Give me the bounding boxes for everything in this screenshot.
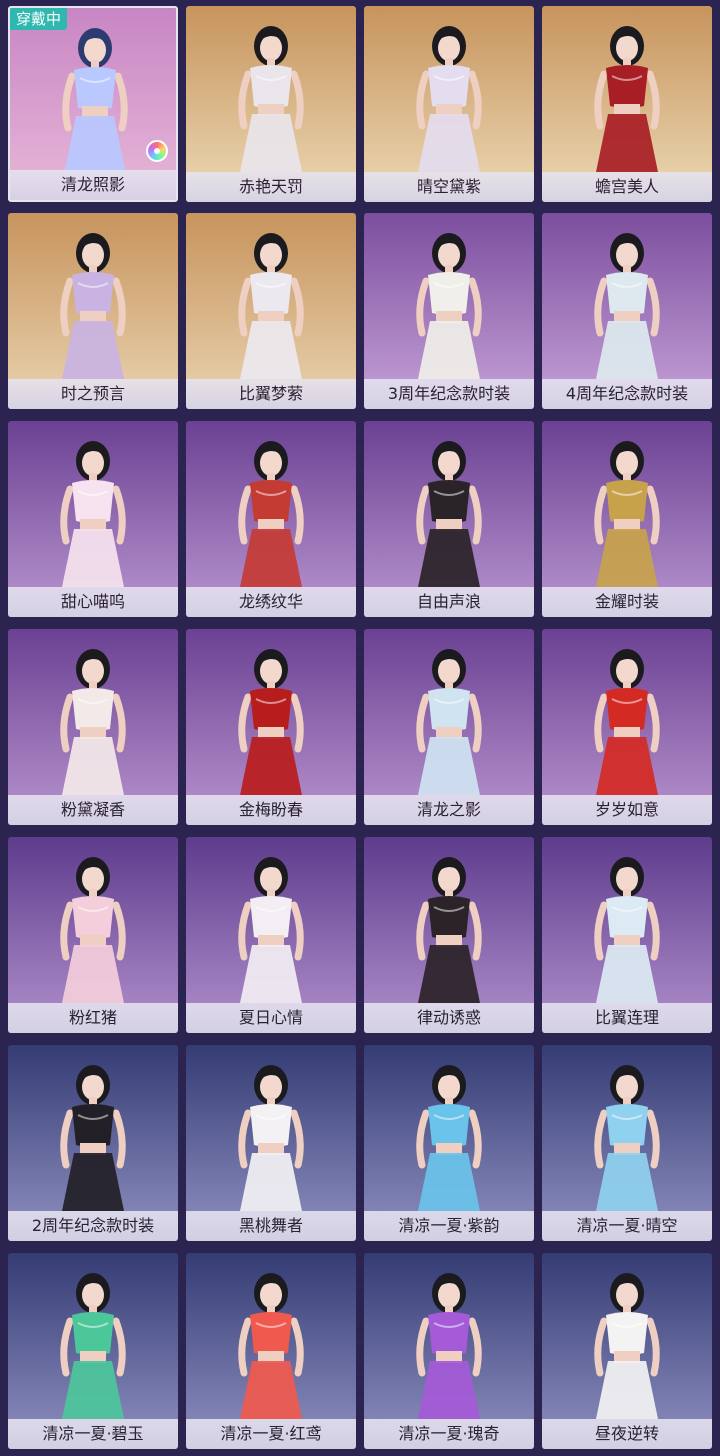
outfit-card[interactable]: 比翼连理 xyxy=(542,837,712,1033)
outfit-card[interactable]: 穿戴中 清龙照影 xyxy=(8,6,178,202)
outfit-name: 比翼连理 xyxy=(542,1003,712,1033)
outfit-card[interactable]: 时之预言 xyxy=(8,213,178,409)
outfit-card[interactable]: 昼夜逆转 xyxy=(542,1253,712,1449)
outfit-figure xyxy=(60,649,126,795)
outfit-figure xyxy=(416,1273,482,1419)
outfit-figure xyxy=(416,441,482,587)
outfit-card[interactable]: 清龙之影 xyxy=(364,629,534,825)
outfit-name: 2周年纪念款时装 xyxy=(8,1211,178,1241)
outfit-card[interactable]: 蟾宫美人 xyxy=(542,6,712,202)
outfit-figure xyxy=(60,233,126,379)
outfit-figure xyxy=(416,649,482,795)
outfit-name: 清凉一夏·瑰奇 xyxy=(364,1419,534,1449)
outfit-card[interactable]: 金耀时装 xyxy=(542,421,712,617)
outfit-name: 金耀时装 xyxy=(542,587,712,617)
outfit-card[interactable]: 黑桃舞者 xyxy=(186,1045,356,1241)
outfit-figure xyxy=(238,649,304,795)
outfit-figure xyxy=(416,1065,482,1211)
outfit-card[interactable]: 清凉一夏·红鸢 xyxy=(186,1253,356,1449)
outfit-name: 粉红猪 xyxy=(8,1003,178,1033)
outfit-name: 清凉一夏·红鸢 xyxy=(186,1419,356,1449)
equipped-badge: 穿戴中 xyxy=(10,8,68,30)
outfit-figure xyxy=(594,649,660,795)
outfit-name: 甜心喵呜 xyxy=(8,587,178,617)
outfit-card[interactable]: 赤艳天罚 xyxy=(186,6,356,202)
outfit-figure xyxy=(416,26,482,172)
outfit-figure xyxy=(60,1273,126,1419)
outfit-card[interactable]: 比翼梦萦 xyxy=(186,213,356,409)
outfit-name: 岁岁如意 xyxy=(542,795,712,825)
outfit-name: 清凉一夏·紫韵 xyxy=(364,1211,534,1241)
outfit-card[interactable]: 岁岁如意 xyxy=(542,629,712,825)
outfit-figure xyxy=(60,857,126,1003)
outfit-figure xyxy=(238,26,304,172)
outfit-name: 清龙之影 xyxy=(364,795,534,825)
outfit-name: 4周年纪念款时装 xyxy=(542,379,712,409)
outfit-card[interactable]: 金梅盼春 xyxy=(186,629,356,825)
outfit-card[interactable]: 清凉一夏·碧玉 xyxy=(8,1253,178,1449)
outfit-figure xyxy=(594,233,660,379)
outfit-figure xyxy=(594,1273,660,1419)
outfit-name: 时之预言 xyxy=(8,379,178,409)
outfit-figure xyxy=(238,233,304,379)
outfit-name: 清凉一夏·晴空 xyxy=(542,1211,712,1241)
outfit-name: 龙绣纹华 xyxy=(186,587,356,617)
outfit-name: 昼夜逆转 xyxy=(542,1419,712,1449)
outfit-card[interactable]: 清凉一夏·晴空 xyxy=(542,1045,712,1241)
outfit-name: 晴空黛紫 xyxy=(364,172,534,202)
outfit-name: 自由声浪 xyxy=(364,587,534,617)
outfit-name: 律动诱惑 xyxy=(364,1003,534,1033)
outfit-name: 清龙照影 xyxy=(10,170,176,200)
outfit-card[interactable]: 粉红猪 xyxy=(8,837,178,1033)
outfit-figure xyxy=(238,441,304,587)
outfit-card[interactable]: 3周年纪念款时装 xyxy=(364,213,534,409)
outfit-figure xyxy=(594,26,660,172)
outfit-figure xyxy=(60,441,126,587)
outfit-figure xyxy=(594,441,660,587)
outfit-figure xyxy=(238,857,304,1003)
outfit-figure xyxy=(238,1065,304,1211)
outfit-figure xyxy=(60,1065,126,1211)
outfit-name: 3周年纪念款时装 xyxy=(364,379,534,409)
outfit-figure xyxy=(238,1273,304,1419)
outfit-grid: 穿戴中清龙照影 赤艳天罚 晴空黛紫 蟾宫美人时之预言 比翼梦萦 3周年纪念款时装 4周年纪念… xyxy=(0,0,720,1456)
outfit-name: 比翼梦萦 xyxy=(186,379,356,409)
outfit-card[interactable]: 4周年纪念款时装 xyxy=(542,213,712,409)
outfit-name: 粉黛凝香 xyxy=(8,795,178,825)
outfit-name: 夏日心情 xyxy=(186,1003,356,1033)
outfit-figure xyxy=(594,857,660,1003)
outfit-card[interactable]: 龙绣纹华 xyxy=(186,421,356,617)
outfit-card[interactable]: 2周年纪念款时装 xyxy=(8,1045,178,1241)
outfit-name: 蟾宫美人 xyxy=(542,172,712,202)
outfit-card[interactable]: 甜心喵呜 xyxy=(8,421,178,617)
outfit-card[interactable]: 清凉一夏·紫韵 xyxy=(364,1045,534,1241)
outfit-card[interactable]: 清凉一夏·瑰奇 xyxy=(364,1253,534,1449)
outfit-figure xyxy=(416,233,482,379)
outfit-card[interactable]: 夏日心情 xyxy=(186,837,356,1033)
outfit-figure xyxy=(594,1065,660,1211)
dye-disc-icon[interactable] xyxy=(146,140,168,162)
outfit-card[interactable]: 自由声浪 xyxy=(364,421,534,617)
outfit-figure xyxy=(416,857,482,1003)
outfit-card[interactable]: 晴空黛紫 xyxy=(364,6,534,202)
outfit-name: 黑桃舞者 xyxy=(186,1211,356,1241)
outfit-name: 赤艳天罚 xyxy=(186,172,356,202)
outfit-name: 金梅盼春 xyxy=(186,795,356,825)
outfit-name: 清凉一夏·碧玉 xyxy=(8,1419,178,1449)
outfit-card[interactable]: 律动诱惑 xyxy=(364,837,534,1033)
outfit-card[interactable]: 粉黛凝香 xyxy=(8,629,178,825)
